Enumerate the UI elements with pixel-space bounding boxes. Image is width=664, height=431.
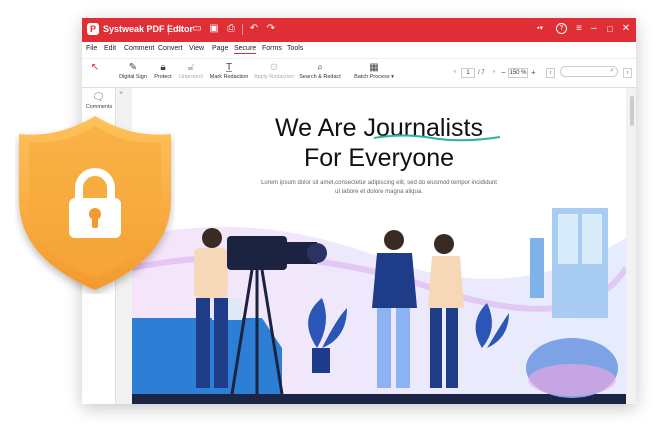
- help-icon[interactable]: ?: [556, 23, 567, 34]
- close-icon[interactable]: ✕: [620, 23, 632, 35]
- menu-forms[interactable]: Forms: [262, 45, 282, 52]
- stage: P Systweak PDF Editor ⌂ ▭ ▣ ⎙ ↶ ↷ ▪▾ ? ≡…: [0, 0, 664, 431]
- search-forward-icon[interactable]: ›: [623, 68, 632, 78]
- menu-page[interactable]: Page: [212, 45, 228, 52]
- lock-icon: [69, 168, 121, 238]
- zoom-input[interactable]: 150 %: [508, 68, 528, 78]
- save-icon[interactable]: ▣: [208, 23, 220, 35]
- title-divider: [168, 24, 169, 35]
- menu-comment[interactable]: Comment: [124, 45, 154, 52]
- menu-convert[interactable]: Convert: [158, 45, 183, 52]
- check-circle-icon: ⊙: [269, 62, 279, 73]
- unprotect-button[interactable]: 🔓︎ Unprotect: [177, 62, 205, 80]
- ribbon-toolbar: ↖ ✎ Digital Sign 🔒︎ Protect 🔓︎ Unprotect T̲…: [82, 58, 636, 88]
- search-back-icon[interactable]: ‹: [546, 68, 555, 78]
- menu-bar: File Edit Comment Convert View Page Secu…: [82, 42, 636, 58]
- protect-button[interactable]: 🔒︎ Protect: [152, 62, 174, 80]
- lock-icon: 🔒︎: [160, 62, 166, 73]
- search-redact-button[interactable]: ⌕ Search & Redact: [298, 62, 342, 80]
- zoom-out-icon[interactable]: −: [501, 68, 506, 77]
- lorem-line-2: ut labore et dolore magna aliqua.: [335, 189, 423, 195]
- lorem-line-1: Lorem ipsum dolor sit amet,consectetur a…: [261, 180, 497, 186]
- menu-icon[interactable]: ≡: [573, 23, 585, 35]
- batch-process-button[interactable]: ▦ Batch Process ▾: [352, 62, 396, 80]
- flag-icon[interactable]: ▪▾: [534, 23, 546, 35]
- prev-page-icon[interactable]: ‹: [454, 69, 456, 75]
- print-icon[interactable]: ⎙: [225, 23, 237, 35]
- app-logo-icon: P: [87, 23, 99, 35]
- journalists-illustration: [132, 208, 626, 404]
- minimize-icon[interactable]: –: [588, 23, 600, 35]
- document-canvas: + We Are Journalists For Everyone Lorem …: [116, 88, 636, 404]
- signature-icon: ✎: [128, 62, 138, 73]
- menu-tools[interactable]: Tools: [287, 45, 303, 52]
- cursor-icon: ↖: [90, 62, 100, 73]
- maximize-icon[interactable]: □: [604, 23, 616, 35]
- next-page-icon[interactable]: ›: [493, 69, 495, 75]
- page-total: / 7: [478, 70, 485, 76]
- folder-icon[interactable]: ▭: [191, 23, 203, 35]
- title-divider-2: [242, 24, 243, 35]
- comment-icon[interactable]: 🗨︎: [92, 92, 105, 103]
- vertical-scrollbar[interactable]: [630, 96, 634, 126]
- mark-redaction-button[interactable]: T̲ Mark Redaction: [208, 62, 250, 80]
- batch-icon: ▦: [369, 62, 379, 73]
- home-icon[interactable]: ⌂: [174, 23, 186, 35]
- title-bar: P Systweak PDF Editor ⌂ ▭ ▣ ⎙ ↶ ↷ ▪▾ ? ≡…: [82, 18, 636, 42]
- digital-sign-button[interactable]: ✎ Digital Sign: [117, 62, 149, 80]
- redaction-icon: T̲: [225, 62, 233, 73]
- expand-icon[interactable]: +: [119, 90, 123, 97]
- menu-edit[interactable]: Edit: [104, 45, 116, 52]
- menu-secure[interactable]: Secure: [234, 45, 257, 54]
- highlight-squiggle: [373, 134, 501, 142]
- sidebar-comments[interactable]: Comments: [84, 104, 114, 110]
- select-tool[interactable]: ↖: [88, 62, 102, 74]
- headline-line-2: For Everyone: [303, 144, 455, 172]
- search-redact-icon: ⌕: [317, 62, 323, 73]
- unlock-icon: 🔓︎: [187, 62, 195, 73]
- menu-view[interactable]: View: [189, 45, 204, 52]
- pdf-page: We Are Journalists For Everyone Lorem ip…: [132, 88, 626, 404]
- search-icon: ⌕: [610, 67, 614, 74]
- search-input[interactable]: ⌕: [560, 66, 618, 77]
- undo-icon[interactable]: ↶: [248, 23, 260, 35]
- menu-file[interactable]: File: [86, 45, 97, 52]
- page-number-input[interactable]: 1: [461, 68, 475, 78]
- zoom-in-icon[interactable]: +: [531, 68, 536, 77]
- apply-redaction-button[interactable]: ⊙ Apply Redaction: [252, 62, 296, 80]
- redo-icon[interactable]: ↷: [265, 23, 277, 35]
